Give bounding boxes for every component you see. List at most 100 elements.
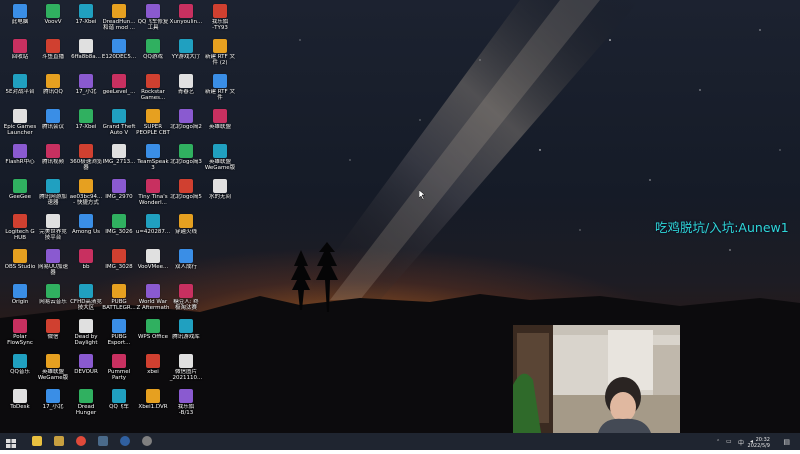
desktop-icon[interactable]: E120DEC5... [101, 37, 137, 71]
desktop-icon[interactable]: 北北logo简5 [168, 177, 204, 211]
desktop-icon[interactable]: IMG_2713... [101, 142, 137, 176]
desktop-icon[interactable]: 17-Xbei [68, 2, 104, 36]
desktop-icon[interactable]: Pummel Party [101, 352, 137, 386]
desktop-icon[interactable]: 腾讯QQ [35, 72, 71, 106]
desktop-icon[interactable]: QQ音乐 [2, 352, 38, 386]
desktop-icon[interactable]: QQ飞车修复 工具 [135, 2, 171, 36]
desktop-icon[interactable]: bb [68, 247, 104, 281]
desktop-icon[interactable]: QQ游戏 [135, 37, 171, 71]
desktop-icon[interactable]: IMG_3026 [101, 212, 137, 246]
desktop-icon[interactable]: Xunyoulin... [168, 2, 204, 36]
desktop-icon[interactable]: OBS Studio [2, 247, 38, 281]
desktop-icon[interactable]: TeamSpeak 3 [135, 142, 171, 176]
desktop-icon[interactable]: Among Us [68, 212, 104, 246]
desktop-icon[interactable]: 此电脑 [2, 2, 38, 36]
desktop-icon[interactable]: Rockstar Games... [135, 72, 171, 106]
desktop-icon[interactable]: World War Z Aftermath [135, 282, 171, 316]
app-icon [46, 39, 60, 53]
desktop-icon[interactable]: 我乐旗 -TY93 [202, 2, 238, 36]
desktop-icon[interactable]: 回收站 [2, 37, 38, 71]
desktop-icon[interactable]: Tiny Tina's Wonderl... [135, 177, 171, 211]
desktop-icon[interactable]: 水的无间 [202, 177, 238, 211]
desktop-icon[interactable]: Dread Hunger [68, 387, 104, 421]
desktop-icon[interactable]: PUBG Esport... [101, 317, 137, 351]
windows-logo-icon [6, 439, 16, 448]
desktop-icon[interactable]: 青春艺 [168, 72, 204, 106]
desktop-icon[interactable]: FlashR中心 [2, 142, 38, 176]
desktop-icon[interactable]: 斗鱼直播 [35, 37, 71, 71]
desktop-icon[interactable]: 17_小北 [68, 72, 104, 106]
taskbar-obs-icon[interactable] [118, 435, 132, 448]
desktop-icon[interactable]: PUBG BATTLEGR... [101, 282, 137, 316]
tray-language[interactable]: 中 [738, 438, 744, 447]
taskbar-obs2-icon[interactable] [140, 435, 154, 448]
desktop-icon[interactable]: 英雄联盟 [202, 107, 238, 141]
taskbar-explorer-icon[interactable] [30, 435, 44, 448]
desktop-icon[interactable]: IMG_2970 [101, 177, 137, 211]
desktop-icon[interactable]: 17_小北 [35, 387, 71, 421]
tray-chevron-icon[interactable]: ⌃ [716, 439, 720, 445]
desktop-icon[interactable]: WPS Office [135, 317, 171, 351]
desktop-icon[interactable]: u=420287... [135, 212, 171, 246]
desktop-icon[interactable]: 腾讯网游加 速器 [35, 177, 71, 211]
desktop-icon[interactable]: 腾讯游戏库 [168, 317, 204, 351]
desktop-icon-label: QQ飞车修复 工具 [137, 19, 169, 31]
webcam-feed [513, 325, 680, 433]
desktop-icon[interactable]: Grand Theft Auto V [101, 107, 137, 141]
desktop-icon[interactable]: VooVMee... [135, 247, 171, 281]
desktop-icon[interactable]: Polar FlowSync [2, 317, 38, 351]
taskbar-lol-icon[interactable] [52, 435, 66, 448]
desktop-icon[interactable]: geeLevel_... [101, 72, 137, 106]
desktop-icon[interactable]: Origin [2, 282, 38, 316]
taskbar-steam-icon[interactable] [96, 435, 110, 448]
desktop-icon[interactable]: Xbei1.DVR [135, 387, 171, 421]
desktop-icon[interactable]: 5E对战平台 [2, 72, 38, 106]
desktop-icon[interactable]: 英雄联盟 WeGame版 [202, 142, 238, 176]
desktop-icon[interactable]: 北北logo简3 [168, 142, 204, 176]
clock-date[interactable]: 2022/5/9 [748, 443, 770, 449]
desktop-icon[interactable]: CFHD高清竞 技大区 [68, 282, 104, 316]
desktop-icon[interactable]: 完美世界竞 技平台 [35, 212, 71, 246]
desktop-icon[interactable]: DEVOUR [68, 352, 104, 386]
desktop-icon[interactable]: 新建 RTF 文 件 (2) [202, 37, 238, 71]
desktop-icon[interactable]: 微信 [35, 317, 71, 351]
desktop-icon[interactable]: 360极速浏览 器 [68, 142, 104, 176]
desktop-icon[interactable]: 17-Xbei [68, 107, 104, 141]
desktop-icon[interactable]: YY游戏大厅 [168, 37, 204, 71]
notification-icon[interactable]: ▤ [783, 438, 790, 446]
desktop-icon-label: Grand Theft Auto V [102, 124, 136, 136]
desktop-icon[interactable]: QQ飞车 [101, 387, 137, 421]
desktop-icon[interactable]: 双人成行 [168, 247, 204, 281]
start-button[interactable] [4, 435, 18, 448]
desktop-icon[interactable]: GeeGee [2, 177, 38, 211]
desktop-icon[interactable]: xbei [135, 352, 171, 386]
desktop-icon[interactable]: 网易UU加速 器 [35, 247, 71, 281]
desktop-icon[interactable]: 腾讯视频 [35, 142, 71, 176]
desktop-icon[interactable]: Logitech G HUB [2, 212, 38, 246]
desktop-icon[interactable]: 网易云音乐 [35, 282, 71, 316]
desktop-icon[interactable]: Epic Games Launcher [2, 107, 38, 141]
desktop-icon[interactable]: ae03bc94... - 快捷方式 [68, 177, 104, 211]
desktop-icon-label: 双人成行 [174, 264, 197, 270]
desktop-icon[interactable]: 糖豆人: 终 极淘汰赛 [168, 282, 204, 316]
desktop-icon[interactable]: 穿越火线 [168, 212, 204, 246]
taskbar-chrome-icon[interactable] [74, 435, 88, 448]
desktop-icon[interactable]: IMG_3028 [101, 247, 137, 281]
desktop-icon[interactable]: 我乐旗 -B/13 [168, 387, 204, 421]
desktop-icon[interactable]: 6ffa8b8a... [68, 37, 104, 71]
desktop-icon[interactable]: 微信图片 _2021110... [168, 352, 204, 386]
desktop-icon[interactable]: 腾讯会议 [35, 107, 71, 141]
desktop-icon[interactable]: 英雄联盟 WeGame版 [35, 352, 71, 386]
explorer-icon [32, 436, 42, 446]
desktop-icon-label: 微信图片 _2021110... [169, 369, 203, 381]
desktop-icon[interactable]: VoovV [35, 2, 71, 36]
desktop-icon[interactable]: ToDesk [2, 387, 38, 421]
tray-network-icon[interactable]: ▭ [726, 438, 732, 445]
app-icon [213, 39, 227, 53]
desktop-icon[interactable]: DreadHun... 和谐 mod ... [101, 2, 137, 36]
desktop-icon-label: 新建 RTF 文 件 (2) [205, 54, 235, 66]
desktop-icon[interactable]: SUPER PEOPLE CBT [135, 107, 171, 141]
desktop-icon[interactable]: 新建 RTF 文 件 [202, 72, 238, 106]
desktop-icon[interactable]: Dead by Daylight [68, 317, 104, 351]
desktop-icon[interactable]: 北北logo简2 [168, 107, 204, 141]
